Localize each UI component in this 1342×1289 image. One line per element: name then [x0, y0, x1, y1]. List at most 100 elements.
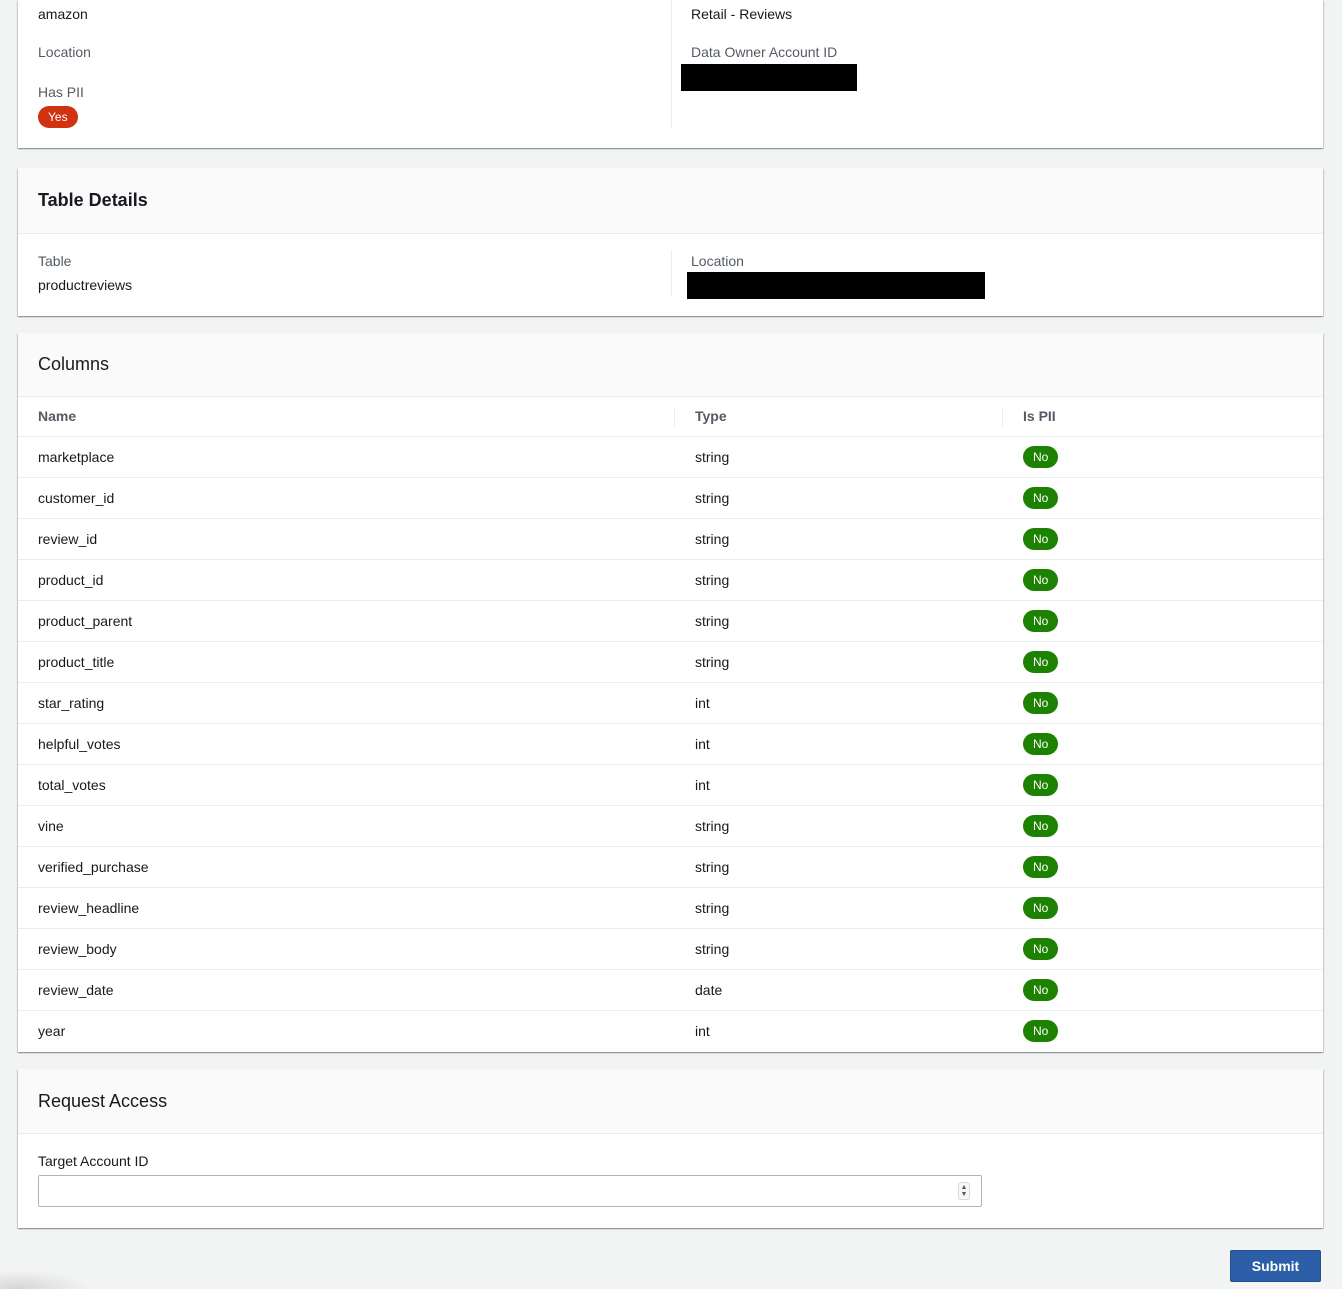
table-details-panel: Table Details Table productreviews Locat… — [18, 168, 1323, 316]
table-row: product_title string No — [18, 642, 1323, 683]
column-type: string — [695, 531, 730, 547]
pii-no-badge: No — [1023, 897, 1059, 919]
table-location-label: Location — [691, 253, 744, 269]
table-row: review_body string No — [18, 929, 1323, 970]
pii-no-badge: No — [1023, 774, 1059, 796]
header-type[interactable]: Type — [695, 397, 727, 436]
column-pii-cell: No — [1023, 897, 1059, 919]
pii-no-badge: No — [1023, 938, 1059, 960]
pii-no-badge: No — [1023, 692, 1059, 714]
has-pii-label: Has PII — [38, 84, 84, 100]
columns-panel: Columns Name Type Is PII marketplace stri… — [18, 333, 1323, 1052]
target-account-id-label: Target Account ID — [38, 1153, 149, 1169]
header-is-pii[interactable]: Is PII — [1023, 397, 1056, 436]
table-row: total_votes int No — [18, 765, 1323, 806]
column-pii-cell: No — [1023, 774, 1059, 796]
table-row: vine string No — [18, 806, 1323, 847]
pii-no-badge: No — [1023, 569, 1059, 591]
corner-shadow — [0, 1270, 90, 1289]
column-name: product_title — [38, 654, 115, 670]
data-owner-value: amazon — [38, 6, 88, 22]
table-row: review_date date No — [18, 970, 1323, 1011]
number-spinner[interactable]: ▲ ▼ — [958, 1182, 970, 1200]
column-name: review_headline — [38, 900, 140, 916]
column-pii-cell: No — [1023, 487, 1059, 509]
column-name: marketplace — [38, 449, 115, 465]
pii-yes-badge: Yes — [38, 106, 78, 128]
column-name: review_date — [38, 982, 114, 998]
column-name: product_parent — [38, 613, 133, 629]
columns-table: Name Type Is PII marketplace string No cust… — [18, 397, 1323, 1052]
table-details-header: Table Details — [18, 168, 1323, 234]
table-details-title: Table Details — [38, 190, 148, 210]
table-row: review_id string No — [18, 519, 1323, 560]
table-row: marketplace string No — [18, 437, 1323, 478]
request-access-header: Request Access — [18, 1069, 1323, 1134]
column-pii-cell: No — [1023, 733, 1059, 755]
column-pii-cell: No — [1023, 446, 1059, 468]
column-divider — [671, 0, 672, 128]
table-row: customer_id string No — [18, 478, 1323, 519]
column-type: string — [695, 490, 730, 506]
column-type: string — [695, 941, 730, 957]
column-name: review_id — [38, 531, 98, 547]
column-type: int — [695, 777, 710, 793]
pii-no-badge: No — [1023, 528, 1059, 550]
column-type: date — [695, 982, 723, 998]
columns-table-header: Name Type Is PII — [18, 397, 1323, 437]
table-label: Table — [38, 253, 72, 269]
column-pii-cell: No — [1023, 815, 1059, 837]
column-type: string — [695, 654, 730, 670]
table-row: product_parent string No — [18, 601, 1323, 642]
column-pii-cell: No — [1023, 528, 1059, 550]
pii-no-badge: No — [1023, 446, 1059, 468]
table-value: productreviews — [38, 277, 133, 293]
column-pii-cell: No — [1023, 938, 1059, 960]
header-separator — [674, 407, 675, 427]
pii-no-badge: No — [1023, 1020, 1059, 1042]
pii-no-badge: No — [1023, 815, 1059, 837]
column-pii-cell: No — [1023, 1020, 1059, 1042]
target-account-id-input[interactable] — [38, 1175, 982, 1207]
table-row: review_headline string No — [18, 888, 1323, 929]
table-row: product_id string No — [18, 560, 1323, 601]
table-row: verified_purchase string No — [18, 847, 1323, 888]
pii-no-badge: No — [1023, 979, 1059, 1001]
column-type: string — [695, 900, 730, 916]
table-row: star_rating int No — [18, 683, 1323, 724]
column-pii-cell: No — [1023, 979, 1059, 1001]
columns-header: Columns — [18, 333, 1323, 397]
category-value: Retail - Reviews — [691, 6, 793, 22]
column-name: review_body — [38, 941, 117, 957]
pii-no-badge: No — [1023, 733, 1059, 755]
table-row: year int No — [18, 1011, 1323, 1052]
column-name: star_rating — [38, 695, 105, 711]
pii-no-badge: No — [1023, 610, 1059, 632]
column-name: verified_purchase — [38, 859, 149, 875]
pii-no-badge: No — [1023, 651, 1059, 673]
column-name: total_votes — [38, 777, 106, 793]
request-access-title: Request Access — [38, 1090, 168, 1111]
column-type: int — [695, 695, 710, 711]
column-divider — [671, 250, 672, 296]
header-name[interactable]: Name — [38, 397, 76, 436]
column-pii-cell: No — [1023, 651, 1059, 673]
column-type: int — [695, 736, 710, 752]
column-pii-cell: No — [1023, 610, 1059, 632]
column-name: vine — [38, 818, 64, 834]
pii-no-badge: No — [1023, 856, 1059, 878]
dataset-summary-panel: amazon Location Has PII Yes Retail - Rev… — [18, 0, 1323, 148]
column-name: year — [38, 1023, 66, 1039]
column-type: string — [695, 613, 730, 629]
column-pii-cell: No — [1023, 692, 1059, 714]
redacted-location — [687, 272, 985, 299]
spinner-up-icon[interactable]: ▲ — [961, 1184, 968, 1191]
redacted-account-id — [681, 64, 857, 91]
location-label: Location — [38, 44, 91, 60]
column-type: string — [695, 818, 730, 834]
pii-no-badge: No — [1023, 487, 1059, 509]
data-owner-account-id-label: Data Owner Account ID — [691, 44, 838, 60]
submit-button[interactable]: Submit — [1230, 1250, 1321, 1282]
has-pii-badge-wrap: Yes — [38, 106, 78, 128]
spinner-down-icon[interactable]: ▼ — [961, 1191, 968, 1198]
